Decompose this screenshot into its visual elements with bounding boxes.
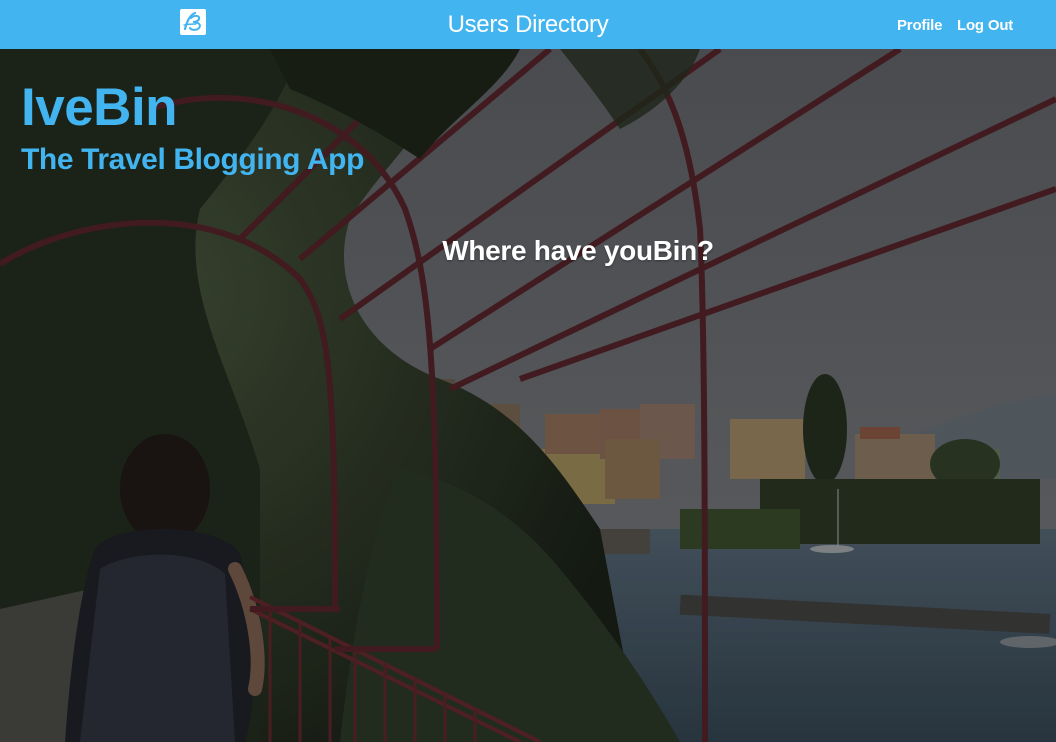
- top-navbar: Users Directory Profile Log Out: [0, 0, 1056, 49]
- brand-name: IveBin: [21, 78, 178, 137]
- logout-link[interactable]: Log Out: [957, 17, 1013, 35]
- brand-tagline: The Travel Blogging App: [21, 143, 365, 176]
- hero-question: Where have youBin?: [442, 235, 714, 266]
- users-directory-link[interactable]: Users Directory: [448, 11, 609, 38]
- ivebin-logo-icon[interactable]: [180, 9, 206, 35]
- hero-banner: IveBin The Travel Blogging App Where hav…: [0, 49, 1056, 742]
- profile-link[interactable]: Profile: [897, 17, 942, 35]
